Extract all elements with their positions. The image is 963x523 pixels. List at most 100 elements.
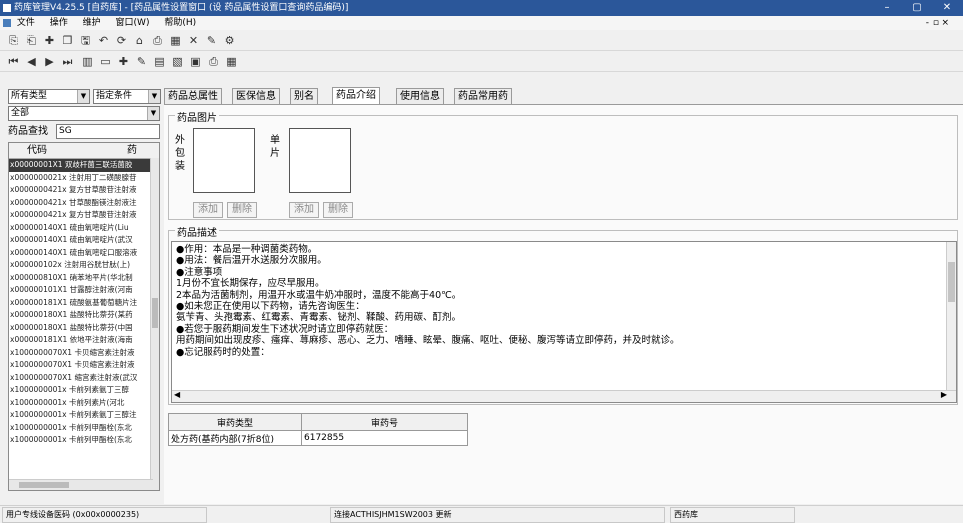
first-record-icon[interactable]: ⏮ (6, 54, 21, 69)
chevron-down-icon[interactable]: ▼ (148, 90, 160, 103)
copy-icon[interactable]: ⎘ (6, 33, 21, 48)
settings-icon[interactable]: ⚙ (222, 33, 237, 48)
filter-icon[interactable]: ▧ (170, 54, 185, 69)
refresh-icon[interactable]: ⟳ (114, 33, 129, 48)
drug-list[interactable]: 代码 药 x00000001X1 双歧杆菌三联活菌胶 x0000000021x 注… (8, 142, 160, 491)
scroll-right-icon[interactable]: ▶ (941, 390, 947, 399)
type-select[interactable]: 所有类型 ▼ (8, 89, 90, 104)
tab-common[interactable]: 药品常用药 (454, 88, 512, 105)
tab-alias[interactable]: 别名 (290, 88, 318, 105)
new-icon[interactable]: ✚ (42, 33, 57, 48)
list-item[interactable]: x000000181X1 硫酸氨基葡萄糖片注 (9, 297, 159, 310)
list-item[interactable]: x1000000001x 卡前列素氨丁三醇 (9, 384, 159, 397)
single-piece-image[interactable] (289, 128, 351, 193)
menu-maintain[interactable]: 维护 (83, 18, 101, 28)
save-icon[interactable]: 🖫 (78, 33, 93, 48)
add-record-icon[interactable]: ✚ (116, 54, 131, 69)
grid-icon[interactable]: ▦ (168, 33, 183, 48)
list-item[interactable]: x000000140X1 硫由氧嘧啶口服溶液 (9, 247, 159, 260)
list-item[interactable]: x000000140X1 硫由氧嘧啶片(Liu (9, 222, 159, 235)
header-code[interactable]: 代码 (27, 143, 47, 158)
form-icon[interactable]: ▭ (98, 54, 113, 69)
scroll-left-icon[interactable]: ◀ (174, 390, 180, 399)
list-item[interactable]: x1000000070X1 缩宫素注射液(武汉 (9, 372, 159, 385)
edit-record-icon[interactable]: ✎ (134, 54, 149, 69)
list-item[interactable]: x0000000021x 注射用丁二磺酸腺苷 (9, 172, 159, 185)
header-name[interactable]: 药 (127, 143, 137, 158)
list-item[interactable]: x000000181X1 依地平注射液(海南 (9, 334, 159, 347)
chevron-down-icon[interactable]: ▼ (147, 107, 159, 120)
tab-insurance[interactable]: 医保信息 (232, 88, 280, 105)
mdi-min-button[interactable]: - (926, 16, 929, 30)
menu-help[interactable]: 帮助(H) (164, 18, 196, 28)
scope-select[interactable]: 全部 ▼ (8, 106, 160, 121)
condition-select-value: 指定条件 (96, 91, 133, 101)
list-item[interactable]: x0000000421x 甘草酸酯镁注射液注 (9, 197, 159, 210)
add-outer-image-button[interactable]: 添加 (193, 202, 223, 218)
chevron-down-icon[interactable]: ▼ (77, 90, 89, 103)
hscroll-thumb[interactable] (19, 482, 69, 488)
lock-icon[interactable]: ⌂ (132, 33, 147, 48)
table-row[interactable]: 处方药(基药内部(7折8位) 6172855 (168, 430, 468, 446)
vertical-scrollbar[interactable] (150, 158, 159, 490)
delete-inner-image-button[interactable]: 删除 (323, 202, 353, 218)
list-icon[interactable]: ▤ (152, 54, 167, 69)
search-input[interactable]: SG (56, 124, 160, 139)
list-item[interactable]: x000000101X1 甘露醇注射液(河南 (9, 284, 159, 297)
list-item[interactable]: x000000140X1 硫由氧嘧啶片(武汉 (9, 234, 159, 247)
approval-type-header[interactable]: 审药类型 (168, 413, 302, 431)
list-item[interactable]: x0000000421x 复方甘草酸苷注射液 (9, 184, 159, 197)
search-label: 药品查找 (8, 126, 48, 137)
edit-icon[interactable]: ✎ (204, 33, 219, 48)
menu-file[interactable]: 文件 (17, 18, 35, 28)
menu-window[interactable]: 窗口(W) (116, 18, 150, 28)
list-item[interactable]: x1000000001x 卡前列甲酯栓(东北 (9, 422, 159, 435)
list-item[interactable]: x000000180X1 盐酸特比萘芬(某药 (9, 309, 159, 322)
condition-select[interactable]: 指定条件 ▼ (93, 89, 161, 104)
horizontal-scrollbar[interactable] (9, 479, 153, 490)
scroll-thumb[interactable] (152, 298, 158, 328)
tab-general[interactable]: 药品总属性 (164, 88, 222, 105)
print-preview-icon[interactable]: ⎙ (206, 54, 221, 69)
duplicate-icon[interactable]: ❐ (60, 33, 75, 48)
view-icon[interactable]: ▣ (188, 54, 203, 69)
list-item[interactable]: x000000180X1 盐酸特比萘芬(中国 (9, 322, 159, 335)
list-item[interactable]: x1000000001x 卡前列素氨丁三醇注 (9, 409, 159, 422)
list-item[interactable]: x00000001X1 双歧杆菌三联活菌胶 (9, 159, 159, 172)
horizontal-scrollbar[interactable]: ◀ ▶ (172, 390, 956, 402)
outer-package-image[interactable] (193, 128, 255, 193)
approval-number-header[interactable]: 审药号 (301, 413, 468, 431)
maximize-button[interactable]: ▢ (903, 0, 931, 16)
close-button[interactable]: ✕ (933, 0, 961, 16)
image-section-legend: 药品图片 (175, 109, 219, 124)
list-item[interactable]: x0000000421x 复方甘草酸苷注射液 (9, 209, 159, 222)
next-record-icon[interactable]: ▶ (42, 54, 57, 69)
paste-icon[interactable]: ⎗ (24, 33, 39, 48)
delete-outer-image-button[interactable]: 删除 (227, 202, 257, 218)
columns-icon[interactable]: ▥ (80, 54, 95, 69)
table-icon[interactable]: ▦ (224, 54, 239, 69)
approval-type-cell[interactable]: 处方药(基药内部(7折8位) (168, 430, 302, 446)
undo-icon[interactable]: ↶ (96, 33, 111, 48)
list-item[interactable]: x1000000001x 卡前列甲酯栓(东北 (9, 434, 159, 447)
add-inner-image-button[interactable]: 添加 (289, 202, 319, 218)
single-piece-label: 单片 (270, 135, 280, 159)
approval-number-cell[interactable]: 6172855 (301, 430, 468, 446)
list-item[interactable]: x1000000070X1 卡贝缩宫素注射液 (9, 359, 159, 372)
vertical-scrollbar[interactable] (946, 242, 956, 392)
menu-operate[interactable]: 操作 (50, 18, 68, 28)
mdi-max-button[interactable]: ▫ (933, 16, 939, 30)
list-item[interactable]: x000000810X1 硝苯地平片(华北制 (9, 272, 159, 285)
list-item[interactable]: x1000000070X1 卡贝缩宫素注射液 (9, 347, 159, 360)
list-item[interactable]: x1000000001x 卡前列素片(河北 (9, 397, 159, 410)
prev-record-icon[interactable]: ◀ (24, 54, 39, 69)
last-record-icon[interactable]: ⏭ (60, 54, 75, 69)
delete-icon[interactable]: ✕ (186, 33, 201, 48)
mdi-close-button[interactable]: × (941, 16, 949, 30)
print-icon[interactable]: ⎙ (150, 33, 165, 48)
minimize-button[interactable]: – (873, 0, 901, 16)
scroll-thumb[interactable] (948, 262, 955, 302)
tab-usage[interactable]: 使用信息 (396, 88, 444, 105)
description-textarea[interactable]: ●作用：本品是一种调菌类药物。 ●用法：餐后温开水送服分次服用。 ●注意事项 1月份… (171, 241, 957, 403)
list-item[interactable]: x000000102x 注射用谷胱甘肽(上) (9, 259, 159, 272)
